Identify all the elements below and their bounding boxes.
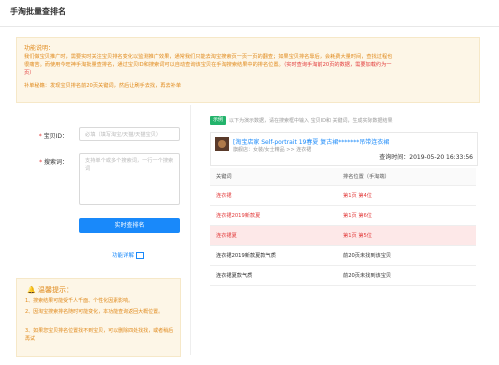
warning-title-text: 温馨提示：: [37, 286, 73, 294]
keyword-cell: 连衣裙夏: [210, 225, 337, 246]
info-line-2-text: 很痛苦。而使用今旺神手淘批量查排名，通过宝贝ID和搜索词可以自动查询该宝贝在手淘…: [24, 62, 284, 68]
keywords-label-text: 搜索词：: [43, 159, 68, 166]
rank-cell: 前20页未找到该宝贝: [337, 265, 476, 286]
rank-cell: 前20页未找到该宝贝: [337, 245, 476, 266]
keywords-label: * 搜索词：: [39, 159, 68, 166]
keyword-cell: 连衣裙夏款气质: [210, 265, 337, 286]
info-line-2: 很痛苦。而使用今旺神手淘批量查排名，通过宝贝ID和搜索词可以自动查询该宝贝在手淘…: [24, 61, 391, 69]
keywords-textarea[interactable]: 支持单个或多个搜索词，一行一个搜索词: [79, 153, 180, 205]
info-tip: 补单秘籍：发现宝贝排名前20页关键词，然后让刷手去找，再去补单: [24, 83, 182, 89]
warning-box: 🔔 温馨提示： 1、搜索结果可能受千人千面、个性化因素影响。 2、因淘宝搜索排名…: [16, 278, 181, 357]
table-header-row: 关键词 排名位置（手淘端）: [210, 168, 476, 186]
product-card: [淘宝店家 Self-portrait 19春夏 复古裙*******吊带连衣裙…: [210, 132, 478, 166]
warning-item-2: 2、因淘宝搜索排名随时可能变化，本功能查询返回大概位置。: [25, 309, 164, 315]
info-box: 功能说明： 我们做宝贝推广时，需要实时关注宝贝排名变化以监测推广效果，通常我们只…: [16, 37, 480, 103]
warning-item-1: 1、搜索结果可能受千人千面、个性化因素影响。: [25, 298, 134, 304]
rank-cell: 第1页 第5位: [337, 225, 476, 246]
column-divider: [190, 105, 191, 355]
query-time: 查询时间：2019-05-20 16:33:56: [379, 154, 473, 161]
warning-item-3: 3、如果您宝贝排名位置找不到宝贝，可以删除四处找找，或者稍后再试: [25, 328, 174, 342]
id-label-text: 宝贝ID：: [43, 133, 68, 140]
warning-title: 🔔 温馨提示：: [27, 285, 73, 295]
rank-cell: 第1页 第6位: [337, 205, 476, 226]
bell-icon: 🔔: [27, 286, 36, 294]
search-rank-button[interactable]: 实时查排名: [79, 218, 180, 233]
top-bar: 手淘批量查排名: [0, 0, 499, 27]
id-label: * 宝贝ID：: [38, 133, 68, 140]
video-icon: [136, 252, 145, 259]
table-row: 连衣裙2019新款夏 第1页 第6位: [210, 205, 476, 226]
product-thumbnail[interactable]: [215, 137, 229, 151]
table-row: 连衣裙2019新款夏款气质 前20页未找到该宝贝: [210, 245, 476, 266]
product-title-link[interactable]: [淘宝店家 Self-portrait 19春夏 复古裙*******吊带连衣裙: [233, 137, 389, 146]
page-title: 手淘批量查排名: [10, 7, 66, 16]
column-header-keyword: 关键词: [210, 168, 337, 186]
keyword-cell: 连衣裙2019新款夏款气质: [210, 245, 337, 266]
help-link-text[interactable]: 功能详解: [112, 253, 134, 259]
example-tag: 示例: [210, 116, 226, 125]
table-row: 连衣裙 第1页 第4位: [210, 185, 476, 206]
product-id-input[interactable]: 必填（填写淘宝/天猫/天猫宝贝）: [79, 127, 180, 141]
column-header-rank: 排名位置（手淘端）: [337, 168, 476, 186]
keyword-cell: 连衣裙2019新款夏: [210, 205, 337, 226]
table-row: 连衣裙夏款气质 前20页未找到该宝贝: [210, 265, 476, 286]
info-line-1: 我们做宝贝推广时，需要实时关注宝贝排名变化以监测推广效果，通常我们只能去淘宝搜索…: [24, 54, 393, 60]
info-line-2-highlight: （实时查询手淘前20页的数据，需要加载约为一: [283, 62, 392, 68]
keyword-cell: 连衣裙: [210, 185, 337, 206]
results-table: 关键词 排名位置（手淘端） 连衣裙 第1页 第4位 连衣裙2019新款夏 第1页…: [210, 168, 476, 286]
table-row: 连衣裙夏 第1页 第5位: [210, 225, 476, 246]
info-line-3: 页）: [24, 70, 35, 76]
help-link[interactable]: 功能详解: [112, 251, 145, 259]
product-shop: 旗舰店：女装/女士精品 >> 连衣裙: [233, 147, 312, 153]
info-title: 功能说明：: [24, 45, 55, 52]
example-text: 以下为演示数据，请在搜索框中输入 宝贝ID和 关键词，生成实际数据结果: [229, 118, 393, 124]
rank-cell: 第1页 第4位: [337, 185, 476, 206]
